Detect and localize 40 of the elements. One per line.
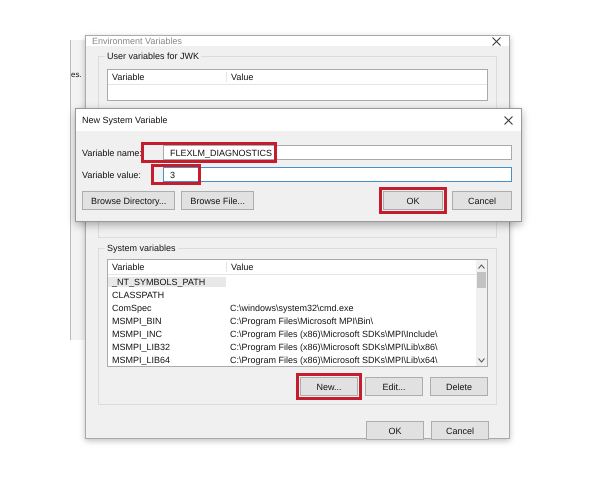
column-header: Variable: [111, 262, 146, 272]
button[interactable]: Cancel: [452, 191, 512, 210]
scroll-thumb[interactable]: [477, 272, 486, 288]
button[interactable]: OK: [366, 421, 424, 440]
field-label: Variable value:: [82, 170, 142, 180]
scroll-down-icon[interactable]: [478, 358, 485, 363]
table-cell[interactable]: _NT_SYMBOLS_PATH: [108, 276, 226, 286]
table-cell[interactable]: MSMPI_LIB64: [108, 354, 226, 364]
input-field[interactable]: 3: [163, 167, 512, 182]
window-title: Environment Variables: [92, 36, 182, 46]
field-label: Variable name:: [82, 148, 143, 158]
column-header: Value: [226, 262, 258, 272]
group-label: User variables for JWK: [105, 51, 202, 61]
table-cell[interactable]: C:\Program Files (x86)\Microsoft SDKs\MPI\Lib\x64\: [226, 354, 442, 364]
table-cell[interactable]: ComSpec: [108, 302, 226, 312]
button[interactable]: Cancel: [431, 421, 489, 440]
scroll-up-icon[interactable]: [478, 264, 485, 269]
column-header: Variable: [111, 72, 146, 82]
button[interactable]: Browse File...: [181, 191, 254, 210]
table-cell[interactable]: MSMPI_INC: [108, 328, 226, 338]
window-text: es.: [71, 70, 83, 79]
close-icon[interactable]: [504, 116, 513, 124]
table-cell[interactable]: C:\Program Files\Microsoft MPI\Bin\: [226, 316, 378, 326]
table-cell[interactable]: C:\windows\system32\cmd.exe: [226, 302, 358, 312]
column-header: Value: [226, 72, 258, 82]
close-icon[interactable]: [492, 36, 501, 46]
window-title: New System Variable: [82, 115, 168, 125]
table-cell[interactable]: MSMPI_LIB32: [108, 342, 226, 352]
input-field[interactable]: FLEXLM_DIAGNOSTICS: [163, 145, 512, 160]
button[interactable]: New...: [300, 377, 358, 396]
button[interactable]: Delete: [430, 377, 488, 396]
scrollbar[interactable]: [476, 260, 487, 366]
table-cell[interactable]: MSMPI_BIN: [108, 316, 226, 326]
button[interactable]: OK: [383, 191, 443, 210]
table-cell[interactable]: C:\Program Files (x86)\Microsoft SDKs\MPI\Include\: [226, 328, 442, 338]
button[interactable]: Edit...: [365, 377, 423, 396]
button[interactable]: Browse Directory...: [82, 191, 176, 210]
table-cell[interactable]: CLASSPATH: [108, 290, 226, 300]
group-label: System variables: [105, 243, 178, 253]
table-cell[interactable]: C:\Program Files (x86)\Microsoft SDKs\MPI\Lib\x86\: [226, 342, 442, 352]
